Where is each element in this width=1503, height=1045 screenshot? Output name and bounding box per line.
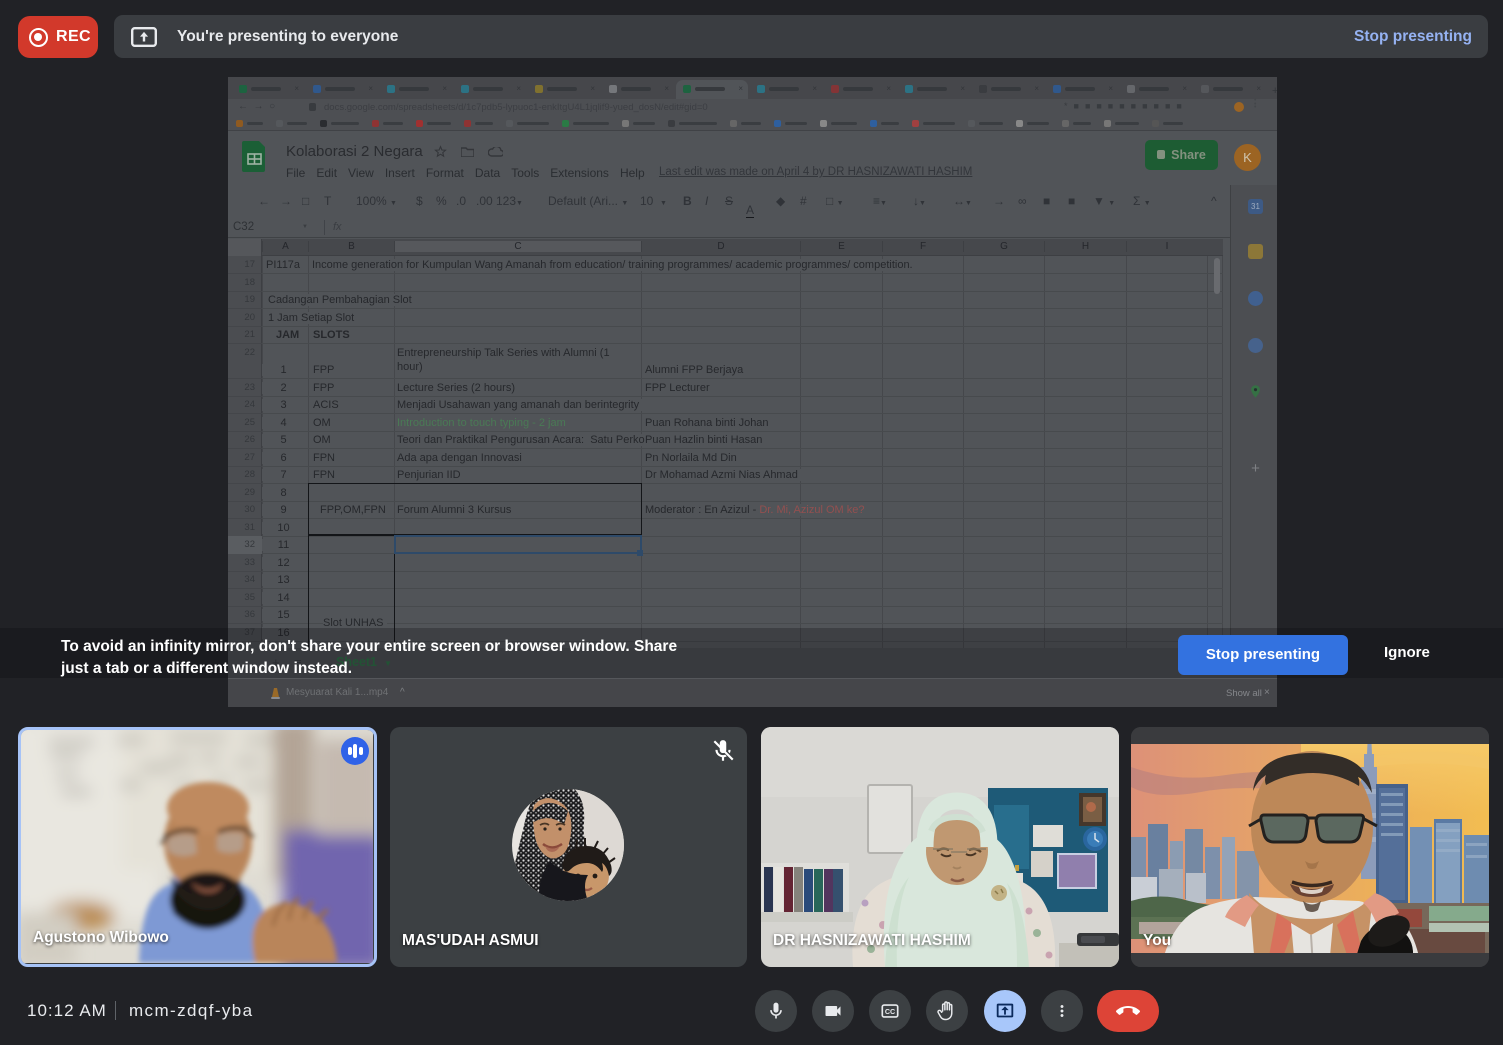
svg-text:CC: CC [885, 1008, 895, 1016]
